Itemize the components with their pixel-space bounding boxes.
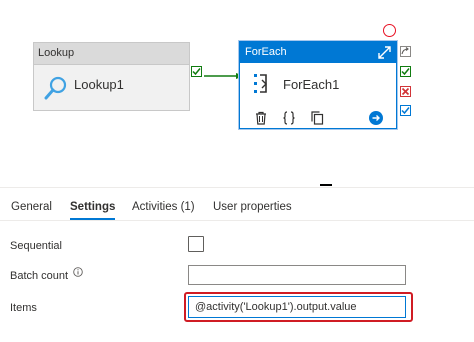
pipeline-canvas[interactable]: Lookup Lookup1 ForEach ForEach1 (0, 0, 474, 186)
success-connector-arrow[interactable] (204, 73, 244, 79)
tab-settings[interactable]: Settings (70, 201, 115, 213)
magnifier-icon (44, 76, 67, 100)
items-label: Items (10, 302, 37, 314)
skipped-output-icon[interactable] (400, 46, 411, 57)
copy-icon[interactable] (310, 111, 324, 125)
properties-tabs: General Settings Activities (1) User pro… (0, 187, 474, 221)
completion-output-icon[interactable] (400, 105, 411, 116)
foreach-activity-name: ForEach1 (283, 77, 340, 92)
arrow-right-circle-icon[interactable] (369, 111, 383, 125)
foreach-icon (254, 74, 267, 93)
tab-activities[interactable]: Activities (1) (132, 201, 195, 213)
foreach-activity[interactable]: ForEach ForEach1 (239, 41, 397, 129)
foreach-activity-type-label: ForEach (240, 42, 396, 63)
batch-count-label: Batch count (10, 270, 69, 282)
red-circle-marker-icon (383, 24, 396, 37)
tab-general[interactable]: General (11, 201, 52, 213)
lookup-activity-type-label: Lookup (34, 43, 189, 65)
success-output-icon[interactable] (400, 66, 411, 77)
failure-output-icon[interactable] (400, 86, 411, 97)
active-tab-indicator (70, 218, 115, 220)
lookup-activity[interactable]: Lookup Lookup1 (33, 42, 190, 111)
code-icon[interactable] (282, 111, 296, 125)
items-input[interactable]: @activity('Lookup1').output.value (188, 296, 406, 318)
expand-icon[interactable] (377, 45, 392, 60)
lookup-activity-name: Lookup1 (74, 77, 124, 92)
panel-resize-handle[interactable] (320, 184, 332, 186)
sequential-label: Sequential (10, 240, 62, 252)
lookup-success-output-icon[interactable] (191, 66, 202, 77)
delete-icon[interactable] (254, 111, 268, 125)
batch-count-input[interactable] (188, 265, 406, 285)
info-icon[interactable] (73, 267, 83, 277)
tab-user-properties[interactable]: User properties (213, 201, 292, 213)
sequential-checkbox[interactable] (188, 236, 204, 252)
